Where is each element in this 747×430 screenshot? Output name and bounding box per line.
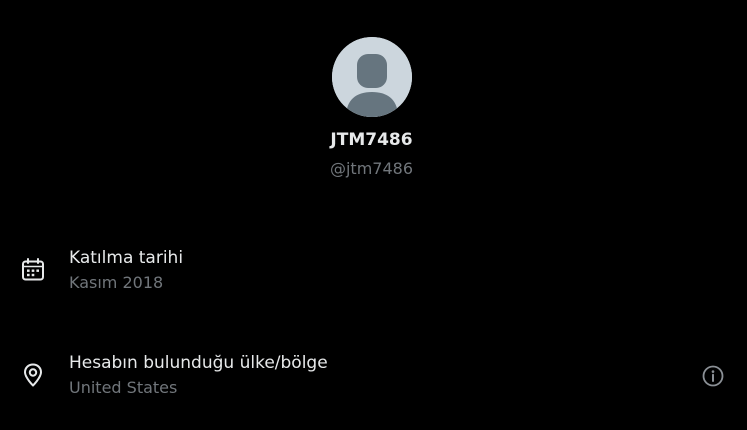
avatar[interactable] xyxy=(332,37,412,117)
display-name: JTM7486 xyxy=(330,130,413,150)
account-location-label: Hesabın bulunduğu ülke/bölge xyxy=(69,353,328,373)
info-icon[interactable] xyxy=(701,364,725,388)
user-handle: @jtm7486 xyxy=(329,159,414,178)
join-date-row: Katılma tarihi Kasım 2018 xyxy=(0,243,747,299)
account-location-value: United States xyxy=(69,378,178,397)
calendar-icon xyxy=(20,257,46,283)
location-pin-icon xyxy=(20,362,46,388)
account-location-row: Hesabın bulunduğu ülke/bölge United Stat… xyxy=(0,348,747,404)
join-date-label: Katılma tarihi xyxy=(69,248,184,268)
join-date-value: Kasım 2018 xyxy=(69,273,164,292)
default-avatar-icon xyxy=(332,37,412,117)
